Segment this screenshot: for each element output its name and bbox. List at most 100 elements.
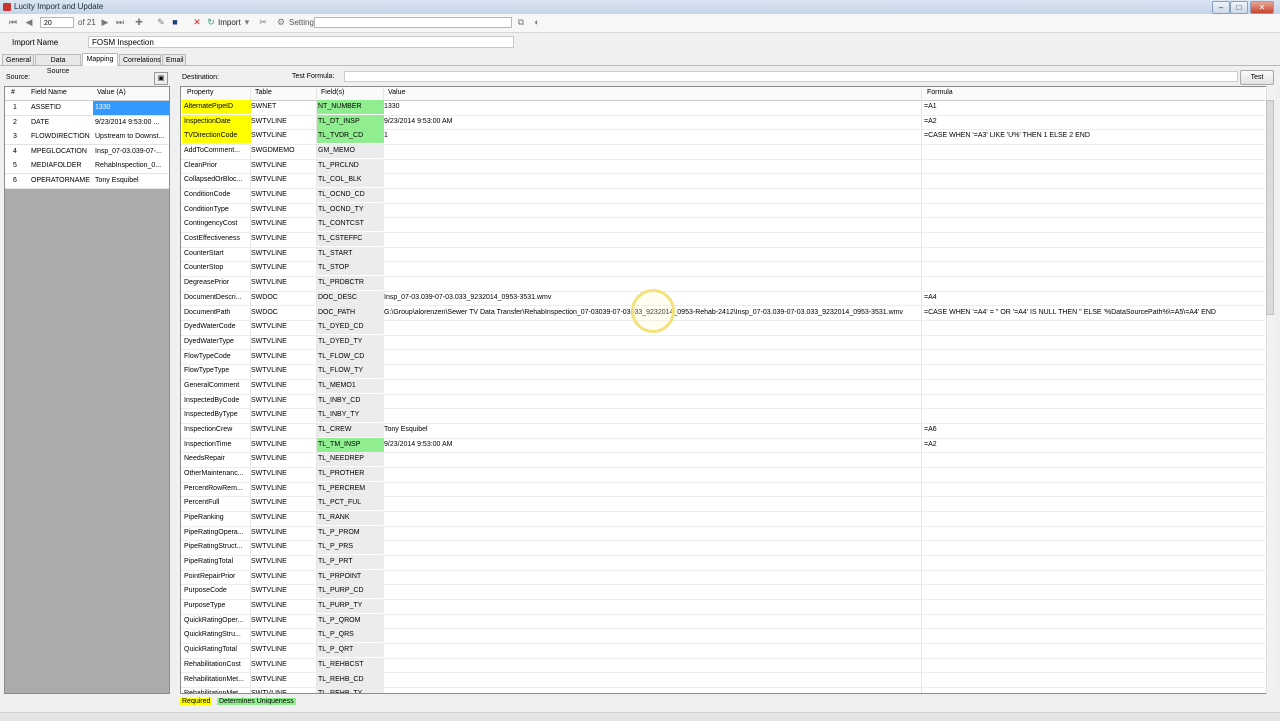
value-cell[interactable]: 1330	[384, 100, 920, 114]
setting-dropdown[interactable]	[314, 17, 512, 28]
record-number-input[interactable]: 20	[40, 17, 74, 28]
mapping-row[interactable]: AlternatePipeID SWNET NT_NUMBER 1330 =A1	[181, 100, 1265, 116]
mapping-row[interactable]: RehabilitationMet... SWTVLINE TL_REHB_CD	[181, 672, 1265, 689]
source-header-value[interactable]: Value (A)	[97, 89, 126, 96]
mapping-row[interactable]: CounterStop SWTVLINE TL_STOP	[181, 261, 1265, 278]
mapping-row[interactable]: PointRepairPrior SWTVLINE TL_PRPOINT	[181, 569, 1265, 586]
formula-cell[interactable]: =A2	[924, 115, 1264, 129]
refresh-icon[interactable]: ↻	[206, 17, 216, 27]
gear-icon[interactable]: ⚙	[276, 17, 286, 27]
import-button[interactable]: Import	[218, 17, 241, 29]
mapping-row[interactable]: CleanPrior SWTVLINE TL_PRCLND	[181, 158, 1265, 175]
source-field-name[interactable]: FLOWDIRECTION	[29, 130, 95, 144]
mapping-row[interactable]: PipeRanking SWTVLINE TL_RANK	[181, 511, 1265, 527]
tab-correlations[interactable]: Correlations	[119, 54, 161, 65]
next-record-icon[interactable]: ▶	[100, 17, 110, 27]
mapping-row[interactable]: DegreasePrior SWTVLINE TL_PRDBCTR	[181, 276, 1265, 292]
mapping-row[interactable]: QuickRatingTotal SWTVLINE TL_P_QRT	[181, 643, 1265, 659]
delete-icon[interactable]: ✕	[192, 17, 202, 27]
header-table[interactable]: Table	[255, 89, 272, 96]
header-formula[interactable]: Formula	[927, 89, 953, 96]
mapping-row[interactable]: InspectionDate SWTVLINE TL_DT_INSP 9/23/201…	[181, 114, 1265, 131]
add-icon[interactable]: ✚	[134, 17, 144, 27]
source-field-name[interactable]: MEDIAFOLDER	[29, 159, 95, 173]
mapping-row[interactable]: PurposeCode SWTVLINE TL_PURP_CD	[181, 584, 1265, 601]
test-button[interactable]: Test	[1240, 70, 1274, 85]
value-cell[interactable]: 9/23/2014 9:53:00 AM	[384, 438, 920, 452]
mapping-row[interactable]: DyedWaterCode SWTVLINE TL_DYED_CD	[181, 320, 1265, 336]
mapping-row[interactable]: InspectionTime SWTVLINE TL_TM_INSP 9/23/201…	[181, 437, 1265, 454]
mapping-row[interactable]: PipeRatingTotal SWTVLINE TL_P_PRT	[181, 555, 1265, 571]
mapping-row[interactable]: DocumentPath SWDOC DOC_PATH G:\Group\aloren…	[181, 305, 1265, 322]
mapping-row[interactable]: GeneralComment SWTVLINE TL_MEMO1	[181, 378, 1265, 395]
source-row[interactable]: 5 MEDIAFOLDER RehabInspection_0...	[5, 159, 169, 175]
header-value[interactable]: Value	[388, 89, 405, 96]
first-record-icon[interactable]: ⏮	[8, 17, 18, 27]
source-field-name[interactable]: OPERATORNAME	[29, 174, 95, 188]
scrollbar-thumb[interactable]	[1266, 100, 1274, 315]
mapping-row[interactable]: PipeRatingOpera... SWTVLINE TL_P_PROM	[181, 525, 1265, 542]
mapping-row[interactable]: PercentRowRem... SWTVLINE TL_PERCREM	[181, 481, 1265, 498]
mapping-row[interactable]: PurposeType SWTVLINE TL_PURP_TY	[181, 599, 1265, 615]
mapping-row[interactable]: DyedWaterType SWTVLINE TL_DYED_TY	[181, 334, 1265, 351]
mapping-row[interactable]: QuickRatingOper... SWTVLINE TL_P_QROM	[181, 613, 1265, 630]
formula-cell[interactable]: =A1	[924, 100, 1264, 114]
formula-cell[interactable]: =A2	[924, 438, 1264, 452]
source-row[interactable]: 3 FLOWDIRECTION Upstream to Downst...	[5, 130, 169, 146]
source-field-name[interactable]: DATE	[29, 116, 95, 130]
help-icon[interactable]: ◐	[532, 17, 542, 27]
maximize-button[interactable]: □	[1230, 1, 1248, 14]
chevron-down-icon[interactable]: ▾	[242, 17, 252, 27]
mapping-row[interactable]: NeedsRepair SWTVLINE TL_NEEDREP	[181, 452, 1265, 468]
source-field-value[interactable]: Insp_07-03.039-07-...	[93, 145, 169, 159]
source-field-name[interactable]: ASSETID	[29, 101, 95, 115]
edit-icon[interactable]: ✎	[156, 17, 166, 27]
source-field-value[interactable]: RehabInspection_0...	[93, 159, 169, 173]
value-cell[interactable]: 1	[384, 129, 920, 143]
header-property[interactable]: Property	[187, 89, 213, 96]
mapping-row[interactable]: AddToComment... SWGDMEMO GM_MEMO	[181, 144, 1265, 160]
prev-record-icon[interactable]: ◀	[24, 17, 34, 27]
import-name-input[interactable]: FOSM Inspection	[88, 36, 514, 48]
formula-cell[interactable]: =CASE WHEN '=A4' = '' OR '=A4' IS NULL T…	[924, 306, 1264, 320]
mapping-row[interactable]: FlowTypeCode SWTVLINE TL_FLOW_CD	[181, 349, 1265, 366]
value-cell[interactable]: Tony Esquibel	[384, 423, 920, 437]
source-field-value[interactable]: Upstream to Downst...	[93, 130, 169, 144]
source-row[interactable]: 4 MPEGLOCATION Insp_07-03.039-07-...	[5, 144, 169, 160]
mapping-row[interactable]: ConditionType SWTVLINE TL_OCND_TY	[181, 202, 1265, 219]
mapping-row[interactable]: InspectedByType SWTVLINE TL_INBY_TY	[181, 408, 1265, 424]
mapping-row[interactable]: ContingencyCost SWTVLINE TL_CONTCST	[181, 217, 1265, 234]
mapping-row[interactable]: RehabilitationMet... SWTVLINE TL_REHB_TY	[181, 687, 1265, 693]
mapping-row[interactable]: CollapsedOrBloc... SWTVLINE TL_COL_BLK	[181, 173, 1265, 189]
mapping-row[interactable]: DocumentDescri... SWDOC DOC_DESC Insp_07-03…	[181, 290, 1265, 307]
mapping-row[interactable]: CostEffectiveness SWTVLINE TL_CSTEFFC	[181, 232, 1265, 248]
mapping-row[interactable]: ConditionCode SWTVLINE TL_OCND_CD	[181, 188, 1265, 204]
header-fields[interactable]: Field(s)	[321, 89, 344, 96]
source-field-name[interactable]: MPEGLOCATION	[29, 145, 95, 159]
close-button[interactable]: ✕	[1250, 1, 1274, 14]
source-row[interactable]: 6 OPERATORNAME Tony Esquibel	[5, 174, 169, 189]
open-external-icon[interactable]: ⧉	[516, 17, 526, 27]
tab-general[interactable]: General	[2, 54, 34, 65]
source-field-value[interactable]: Tony Esquibel	[93, 174, 169, 188]
mapping-row[interactable]: CounterStart SWTVLINE TL_START	[181, 246, 1265, 263]
test-formula-input[interactable]	[344, 71, 1238, 82]
mapping-row[interactable]: InspectionCrew SWTVLINE TL_CREW Tony Esquib…	[181, 422, 1265, 439]
formula-cell[interactable]: =A6	[924, 423, 1264, 437]
source-field-value[interactable]: 1330	[93, 101, 169, 115]
mapping-row[interactable]: RehabilitationCost SWTVLINE TL_REHBCST	[181, 657, 1265, 674]
tab-email[interactable]: Email	[162, 54, 186, 65]
formula-cell[interactable]: =A4	[924, 291, 1264, 305]
scissors-icon[interactable]: ✂	[258, 17, 268, 27]
source-row[interactable]: 2 DATE 9/23/2014 9:53:00 ...	[5, 115, 169, 131]
source-header-field-name[interactable]: Field Name	[31, 89, 67, 96]
mapping-row[interactable]: OtherMaintenanc... SWTVLINE TL_PROTHER	[181, 467, 1265, 483]
tab-data-source[interactable]: Data Source	[35, 54, 81, 75]
mapping-row[interactable]: FlowTypeType SWTVLINE TL_FLOW_TY	[181, 364, 1265, 380]
source-row[interactable]: 1 ASSETID 1330	[5, 101, 169, 116]
mapping-row[interactable]: PercentFull SWTVLINE TL_PCT_FUL	[181, 496, 1265, 512]
source-field-value[interactable]: 9/23/2014 9:53:00 ...	[93, 116, 169, 130]
formula-cell[interactable]: =CASE WHEN '=A3' LIKE 'U%' THEN 1 ELSE 2…	[924, 129, 1264, 143]
mapping-row[interactable]: QuickRatingStru... SWTVLINE TL_P_QRS	[181, 628, 1265, 645]
minimize-button[interactable]: –	[1212, 1, 1230, 14]
